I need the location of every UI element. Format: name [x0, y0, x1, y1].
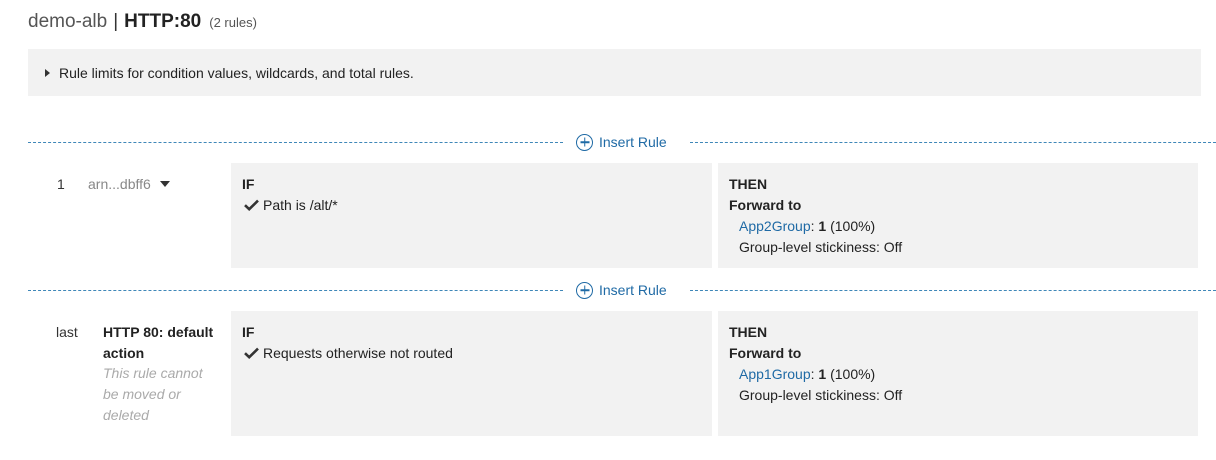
- target-group-link[interactable]: App2Group: [739, 218, 811, 234]
- condition-text: Requests otherwise not routed: [263, 345, 453, 361]
- insert-rule-divider: Insert Rule: [28, 132, 1216, 152]
- insert-rule-button[interactable]: Insert Rule: [576, 280, 667, 300]
- condition-text: Path is /alt/*: [263, 197, 338, 213]
- weight-separator: :: [810, 218, 815, 234]
- rule-actions-panel: THEN Forward to App2Group: 1 (100%) Grou…: [718, 163, 1198, 268]
- rule-conditions-panel: IF Requests otherwise not routed: [231, 311, 712, 436]
- if-label: IF: [242, 324, 255, 340]
- dashed-divider: [28, 142, 563, 143]
- target-group-weight: 1: [818, 218, 827, 234]
- target-group-line: App1Group: 1 (100%): [739, 366, 1198, 382]
- dashed-divider: [28, 290, 563, 291]
- insert-rule-label: Insert Rule: [599, 282, 667, 298]
- caret-right-icon: [45, 68, 50, 77]
- target-group-weight: 1: [818, 366, 827, 382]
- then-label: THEN: [729, 176, 768, 192]
- title-separator: |: [113, 11, 119, 32]
- listener-name: HTTP:80: [124, 11, 202, 32]
- condition-item: Path is /alt/*: [242, 197, 712, 213]
- action-type: Forward to: [729, 197, 802, 213]
- if-label: IF: [242, 176, 255, 192]
- rule-actions-panel: THEN Forward to App1Group: 1 (100%) Grou…: [718, 311, 1198, 436]
- weight-separator: :: [810, 366, 815, 382]
- rule-arn-dropdown[interactable]: arn...dbff6: [88, 176, 170, 192]
- target-group-link[interactable]: App1Group: [739, 366, 811, 382]
- page-title: demo-alb | HTTP:80 (2 rules): [28, 11, 257, 33]
- then-label: THEN: [729, 324, 768, 340]
- stickiness-text: Group-level stickiness: Off: [739, 387, 903, 403]
- insert-rule-label: Insert Rule: [599, 134, 667, 150]
- target-group-line: App2Group: 1 (100%): [739, 218, 1198, 234]
- rule-priority: 1: [57, 176, 65, 192]
- dashed-divider: [690, 290, 1216, 291]
- checkmark-icon: [244, 347, 259, 359]
- rule-conditions-panel: IF Path is /alt/*: [231, 163, 712, 268]
- default-rule-note: This rule cannot be moved or deleted: [103, 365, 203, 423]
- plus-circle-icon: [576, 133, 593, 151]
- plus-circle-icon: [576, 281, 593, 299]
- insert-rule-button[interactable]: Insert Rule: [576, 132, 667, 152]
- caret-down-icon: [159, 181, 170, 187]
- target-group-percent: (100%): [830, 218, 876, 234]
- rule-arn: arn...dbff6: [88, 176, 151, 192]
- rule-limits-text: Rule limits for condition values, wildca…: [59, 64, 414, 81]
- dashed-divider: [690, 142, 1216, 143]
- default-rule-name: HTTP 80: default action: [103, 324, 214, 361]
- rule-count: (2 rules): [209, 15, 257, 30]
- rule-limits-expander[interactable]: Rule limits for condition values, wildca…: [28, 49, 1201, 96]
- target-group-percent: (100%): [830, 366, 876, 382]
- rule-priority: last: [56, 324, 78, 340]
- load-balancer-name: demo-alb: [28, 11, 108, 32]
- action-type: Forward to: [729, 345, 802, 361]
- condition-item: Requests otherwise not routed: [242, 345, 712, 361]
- stickiness-text: Group-level stickiness: Off: [739, 239, 903, 255]
- checkmark-icon: [244, 199, 259, 211]
- insert-rule-divider: Insert Rule: [28, 280, 1216, 300]
